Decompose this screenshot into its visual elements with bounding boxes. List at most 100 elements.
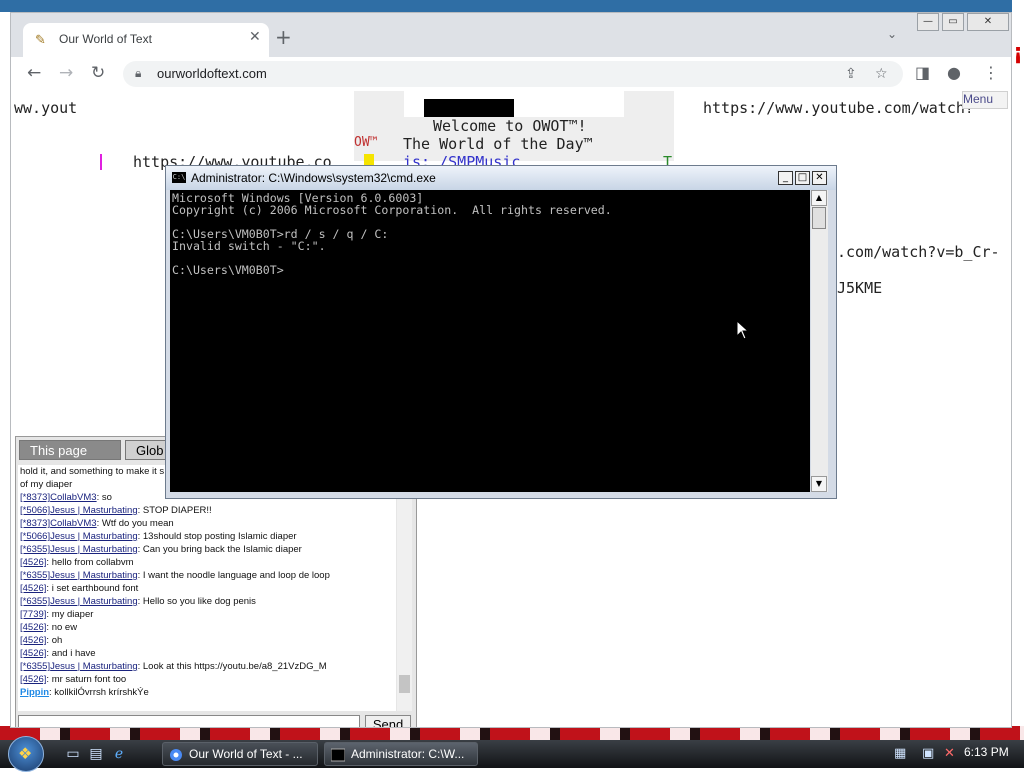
side-panel-icon[interactable]: ◨ [915,63,930,82]
chat-text: : Hello so you like dog penis [137,596,256,607]
more-menu-icon[interactable]: ⋮ [983,63,999,82]
chat-user-id[interactable]: [7739] [20,609,46,620]
taskbar-clock[interactable]: 6:13 PM [964,745,1009,759]
cmd-titlebar[interactable]: C:\ Administrator: C:\Windows\system32\c… [166,166,836,190]
chat-username[interactable]: CollabVM3 [50,492,96,503]
windows-logo-icon: ❖ [18,744,33,763]
chat-message: [*6355]Jesus | Masturbating: Can you bri… [18,543,396,556]
chat-username[interactable]: Jesus | Masturbating [50,544,137,555]
chat-log[interactable]: hold it, and something to make it s of my… [18,465,396,711]
chat-user-id[interactable]: [4526] [20,648,46,659]
chat-user-id[interactable]: [*6355] [20,661,50,672]
taskbar-item-chrome[interactable]: Our World of Text - ... [162,742,318,766]
tab-global[interactable]: Glob [125,440,169,460]
desktop-right-edge [1012,0,1024,740]
chat-user-id[interactable]: [4526] [20,674,46,685]
browser-close-button[interactable]: ✕ [967,13,1009,31]
cmd-scrollbar[interactable]: ▲ ▼ [811,190,828,492]
taskbar-item-label: Administrator: C:\W... [351,747,465,761]
back-arrow-icon[interactable]: ← [27,63,41,83]
chat-message: [4526]: no ew [18,621,396,634]
chat-input[interactable] [18,715,360,727]
tray-network-icon[interactable]: ▦ [894,746,906,761]
new-tab-button[interactable]: + [275,25,292,49]
chat-text: : Wtf do you mean [96,518,174,529]
profile-avatar-icon[interactable]: ● [947,63,961,82]
chat-message: [4526]: hello from collabvm [18,556,396,569]
tab-this-page[interactable]: This page [19,440,121,460]
share-icon[interactable]: ⇪ [845,66,857,82]
internet-explorer-icon[interactable]: ℯ [110,745,128,763]
desktop-wallpaper-mark: ¡ [1013,40,1024,65]
chat-user-id[interactable]: [4526] [20,557,46,568]
chat-text: : and i have [46,648,96,659]
chat-user-id[interactable]: [4526] [20,635,46,646]
chat-username[interactable]: Pippin [20,687,49,698]
chat-user-id[interactable]: [*6355] [20,570,50,581]
show-desktop-icon[interactable]: ▭ [64,745,82,763]
scroll-up-arrow-icon[interactable]: ▲ [811,190,827,206]
start-button[interactable]: ❖ [8,736,44,772]
chat-text: : so [96,492,112,503]
owot-link-text[interactable]: .com/watch?v=b_Cr- [837,243,1000,261]
cmd-close-button[interactable]: ✕ [812,171,827,185]
chat-scroll-thumb[interactable] [399,675,410,693]
cmd-console[interactable]: Microsoft Windows [Version 6.0.6003] Cop… [170,190,810,492]
reload-icon[interactable]: ↻ [91,63,105,83]
chat-user-id[interactable]: [*8373] [20,492,50,503]
chat-text: : STOP DIAPER!! [137,505,212,516]
cmd-maximize-button[interactable]: □ [795,171,810,185]
tab-close-icon[interactable]: ✕ [249,29,261,45]
chat-username[interactable]: Jesus | Masturbating [50,596,137,607]
owot-text-fragment: OW™ [354,135,378,150]
owot-wotd-text: The World of the Day™ [403,135,593,153]
chat-user-id[interactable]: [*5066] [20,505,50,516]
chat-user-id[interactable]: [*8373] [20,518,50,529]
chat-message: [*6355]Jesus | Masturbating: I want the … [18,569,396,582]
switch-windows-icon[interactable]: ▤ [87,745,105,763]
taskbar-item-cmd[interactable]: Administrator: C:\W... [324,742,478,766]
owot-text-fragment: ww.yout [14,99,78,117]
chat-user-id[interactable]: [*6355] [20,596,50,607]
chat-username[interactable]: Jesus | Masturbating [50,570,137,581]
owot-welcome-text: Welcome to OWOT™! [433,117,587,135]
chat-username[interactable]: Jesus | Masturbating [50,661,137,672]
tray-computer-icon[interactable]: ▣ [922,746,934,761]
chat-text: : hello from collabvm [46,557,134,568]
chat-message: [4526]: oh [18,634,396,647]
owot-menu-button[interactable]: Menu [962,91,1008,109]
chat-text: : Look at this https://youtu.be/a8_21VzD… [137,661,327,672]
chat-message: [4526]: and i have [18,647,396,660]
chat-username[interactable]: CollabVM3 [50,518,96,529]
url-text[interactable]: ourworldoftext.com [157,66,267,81]
chat-message: [*5066]Jesus | Masturbating: 13should st… [18,530,396,543]
chat-message: [*6355]Jesus | Masturbating: Hello so yo… [18,595,396,608]
chat-username[interactable]: Jesus | Masturbating [50,505,137,516]
owot-cursor [100,154,102,170]
scroll-down-arrow-icon[interactable]: ▼ [811,476,827,492]
cmd-icon: C:\ [172,172,186,183]
owot-text-fragment: https://www.youtube.com/watch? [703,99,974,117]
chat-user-id[interactable]: [*6355] [20,544,50,555]
chat-message: [4526]: mr saturn font too [18,673,396,686]
cmd-scroll-thumb[interactable] [812,207,826,229]
chat-text: : my diaper [46,609,94,620]
browser-maximize-button[interactable]: ▭ [942,13,964,31]
send-button[interactable]: Send [365,715,411,727]
tray-volume-muted-icon[interactable]: ✕ [944,746,955,761]
tab-search-chevron-icon[interactable]: ⌄ [887,27,897,41]
chat-username[interactable]: Jesus | Masturbating [50,531,137,542]
forward-arrow-icon[interactable]: → [59,63,73,83]
bookmark-star-icon[interactable]: ☆ [875,66,888,82]
chat-text: : mr saturn font too [46,674,127,685]
chat-user-id[interactable]: [4526] [20,583,46,594]
chat-message: [*8373]CollabVM3: Wtf do you mean [18,517,396,530]
browser-minimize-button[interactable]: — [917,13,939,31]
cmd-minimize-button[interactable]: _ [778,171,793,185]
address-bar[interactable]: 🔒︎ ourworldoftext.com ⇪ ☆ [123,61,903,87]
chat-user-id[interactable]: [*5066] [20,531,50,542]
browser-tab[interactable]: ✎ Our World of Text ✕ [23,23,269,57]
chat-user-id[interactable]: [4526] [20,622,46,633]
taskbar: ❖ ▭ ▤ ℯ Our World of Text - ... Administ… [0,736,1024,772]
chat-scrollbar[interactable] [397,465,412,711]
